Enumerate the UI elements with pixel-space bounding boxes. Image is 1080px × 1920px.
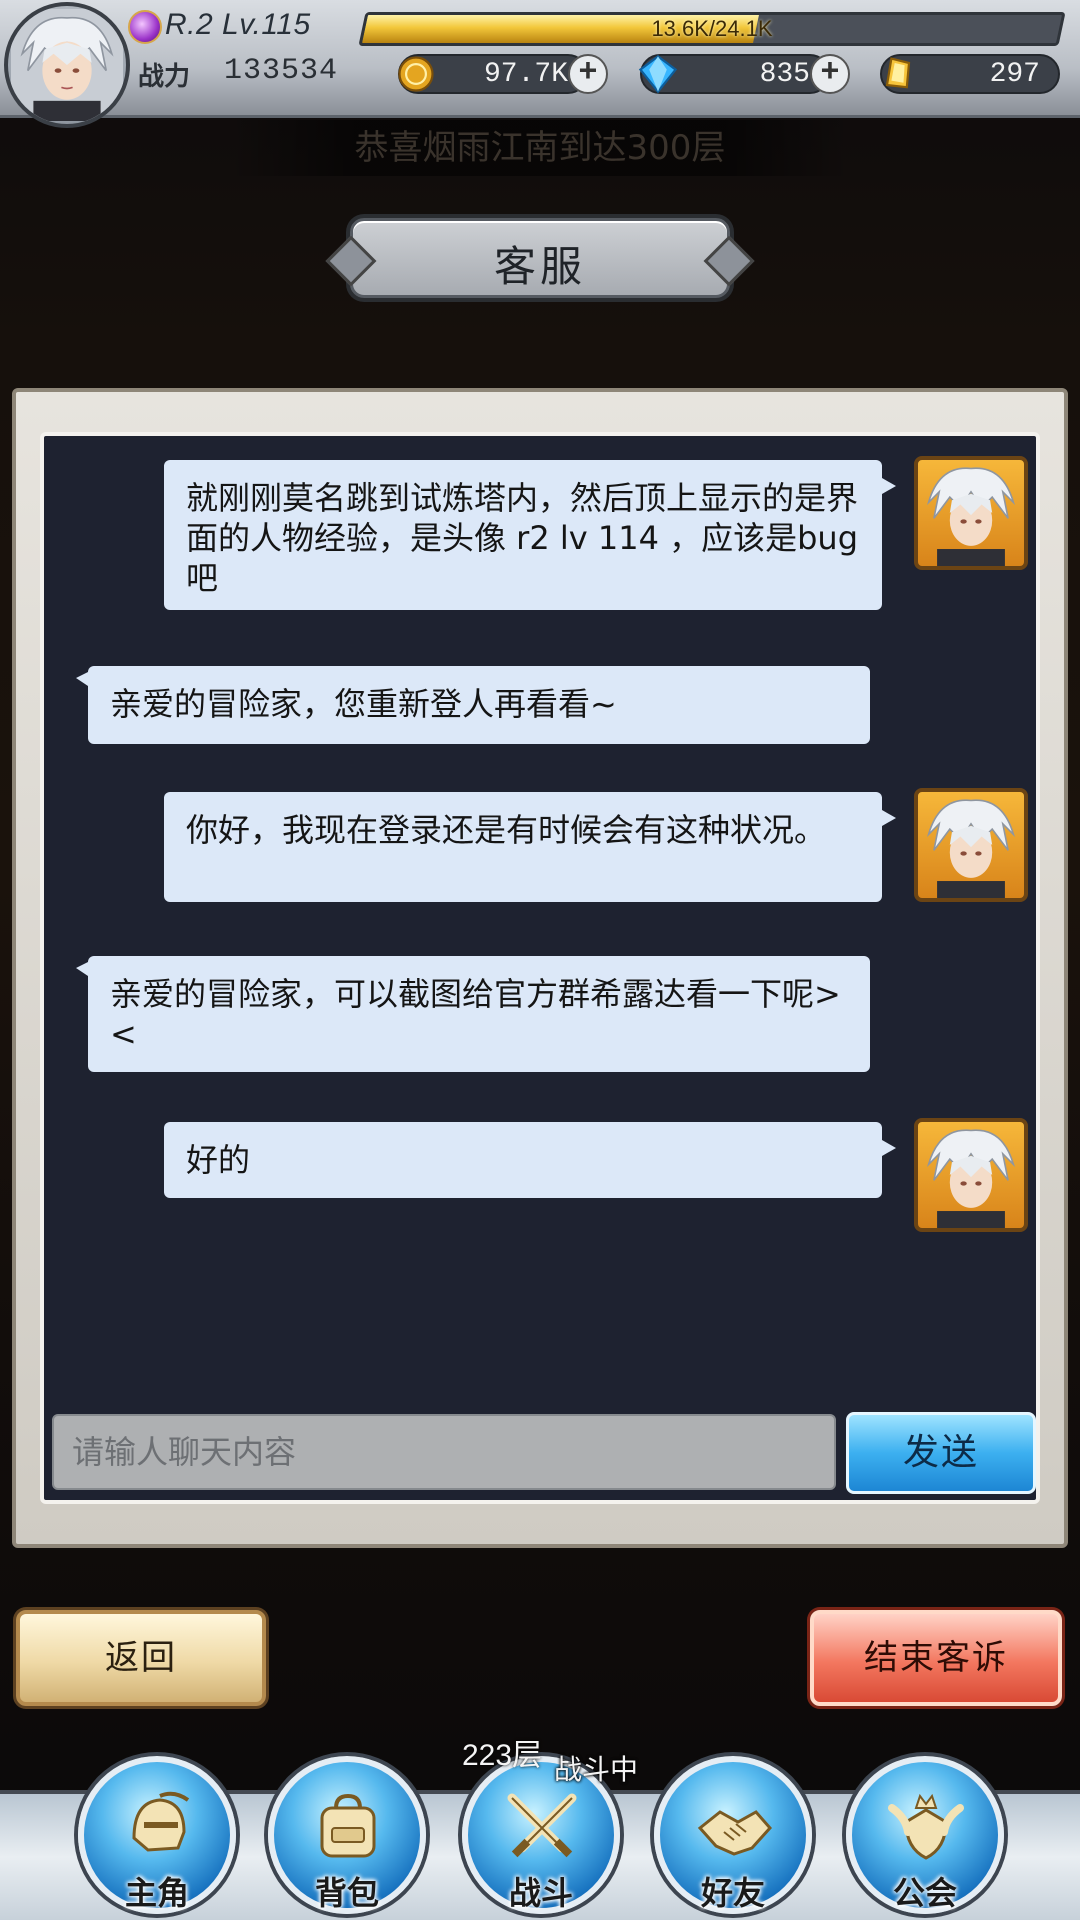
crossed-swords-icon: [507, 1793, 577, 1858]
guild-crest-icon: [888, 1793, 964, 1860]
exp-text: 13.6K/24.1K: [651, 16, 773, 41]
gem-value: 297: [989, 59, 1040, 90]
nav-friends[interactable]: 好友: [654, 1756, 812, 1914]
chat-input[interactable]: 请输人聊天内容: [52, 1414, 836, 1490]
chat-log[interactable]: 就刚刚莫名跳到试炼塔内，然后顶上显示的是界面的人物经验，是头像 r2 lv 11…: [40, 432, 1040, 1504]
nav-friends-label: 好友: [700, 1874, 765, 1912]
player-chat-avatar: [914, 1118, 1028, 1232]
chat-bubble-player: 就刚刚莫名跳到试炼塔内，然后顶上显示的是界面的人物经验，是头像 r2 lv 11…: [164, 460, 896, 610]
chat-bubble-player: 你好，我现在登录还是有时候会有这种状况。: [164, 792, 896, 902]
player-portrait-icon: [926, 467, 1016, 566]
diamond-icon: [638, 55, 678, 94]
nav-guild-label: 公会: [892, 1874, 957, 1912]
title-plate: 客服: [350, 218, 730, 298]
nav-backpack[interactable]: 背包: [268, 1756, 426, 1914]
nav-backpack-label: 背包: [314, 1874, 379, 1912]
battle-status: 战斗中: [554, 1753, 639, 1786]
nav-hero-label: 主角: [124, 1874, 189, 1912]
handshake-icon: [697, 1810, 773, 1856]
nav-guild[interactable]: 公会: [846, 1756, 1004, 1914]
backpack-icon: [320, 1793, 376, 1858]
chat-bubble-support: 亲爱的冒险家，可以截图给官方群希露达看一下呢><: [76, 956, 870, 1072]
chat-bubble-support: 亲爱的冒险家，您重新登人再看看~: [76, 666, 870, 744]
add-diamond-button[interactable]: +: [810, 54, 850, 94]
player-portrait-icon: [926, 1129, 1016, 1228]
send-button[interactable]: 发送: [846, 1412, 1036, 1494]
player-avatar[interactable]: [4, 2, 130, 128]
gold-coin-icon: [398, 56, 434, 92]
player-chat-avatar: [914, 788, 1028, 902]
add-gold-button[interactable]: +: [568, 54, 608, 94]
power-value: 133534: [224, 54, 339, 88]
chat-bubble-player: 好的: [164, 1122, 896, 1198]
top-hud: R.2 Lv.115 13.6K/24.1K 战力 133534 97.7K +…: [0, 0, 1080, 128]
nav-battle-label: 战斗: [508, 1874, 573, 1912]
page-title: 客服: [493, 242, 586, 291]
notice-marquee: 恭喜烟雨江南到达300层: [230, 120, 850, 176]
gold-value: 97.7K: [483, 59, 568, 90]
nav-hero[interactable]: 主角: [78, 1756, 236, 1914]
power-label: 战力: [138, 62, 191, 92]
diamond-counter: 835 +: [638, 54, 850, 94]
gold-crystal-icon: [885, 57, 911, 89]
player-portrait-icon: [11, 9, 123, 121]
gem-counter: 297: [880, 54, 1060, 94]
player-level: R.2 Lv.115: [165, 8, 311, 41]
chat-panel-frame: 就刚刚莫名跳到试炼塔内，然后顶上显示的是界面的人物经验，是头像 r2 lv 11…: [12, 388, 1068, 1548]
diamond-value: 835: [759, 59, 810, 90]
player-chat-avatar: [914, 456, 1028, 570]
back-button[interactable]: 返回: [16, 1610, 266, 1706]
helmet-icon: [132, 1791, 190, 1852]
end-complaint-button[interactable]: 结束客诉: [810, 1610, 1062, 1706]
gold-counter: 97.7K +: [398, 54, 608, 94]
player-portrait-icon: [926, 799, 1016, 898]
floor-indicator: 223层: [462, 1739, 543, 1772]
exp-bar: 13.6K/24.1K: [358, 12, 1066, 46]
rank-gem-icon: [128, 10, 162, 44]
